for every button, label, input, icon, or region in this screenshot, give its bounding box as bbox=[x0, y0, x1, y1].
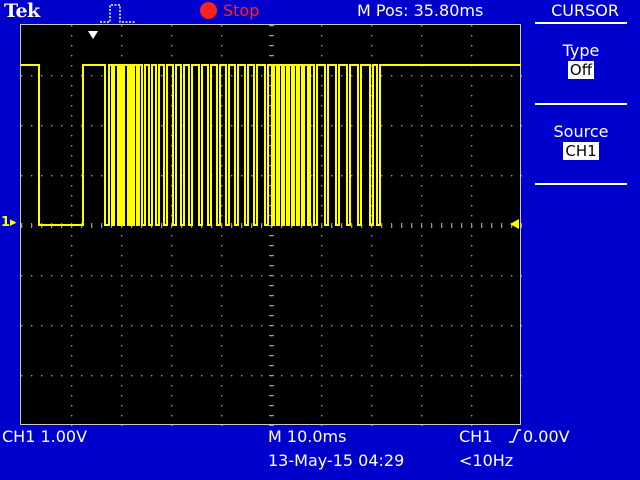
pulse-trigger-icon bbox=[100, 4, 136, 23]
horizontal-position-readout: M Pos: 35.80ms bbox=[357, 1, 484, 20]
oscilloscope-screen: Tek Stop M Pos: 35.80ms 1▸ CURSOR Type O… bbox=[0, 0, 640, 480]
menu-item-value: Off bbox=[567, 61, 595, 79]
date-time-readout: 13-May-15 04:29 bbox=[268, 451, 405, 470]
trigger-frequency-readout: <10Hz bbox=[459, 451, 514, 470]
trigger-level-readout: 0.00V bbox=[523, 427, 570, 446]
menu-item-cursor-type[interactable]: Type Off bbox=[535, 41, 627, 79]
timebase-readout: M 10.0ms bbox=[268, 427, 347, 446]
waveform-graticule bbox=[20, 24, 522, 426]
menu-item-cursor-source[interactable]: Source CH1 bbox=[535, 122, 627, 160]
menu-item-label: Source bbox=[553, 122, 609, 141]
run-status: Stop bbox=[223, 1, 260, 20]
menu-title: CURSOR bbox=[551, 1, 619, 20]
menu-divider bbox=[535, 22, 627, 24]
trigger-level-marker-icon bbox=[510, 219, 519, 229]
trigger-source-readout: CH1 bbox=[459, 427, 493, 446]
ch1-waveform-trace bbox=[21, 64, 521, 226]
brand-logo: Tek bbox=[4, 0, 40, 22]
menu-divider bbox=[535, 103, 627, 105]
trigger-position-marker-icon bbox=[88, 31, 98, 39]
menu-divider bbox=[535, 183, 627, 185]
ch1-ground-marker: 1▸ bbox=[1, 215, 17, 230]
run-status-indicator bbox=[200, 2, 217, 19]
menu-item-label: Type bbox=[562, 41, 600, 60]
ch1-scale-readout: CH1 1.00V bbox=[2, 427, 88, 446]
menu-item-value: CH1 bbox=[563, 142, 599, 160]
rising-edge-icon bbox=[509, 429, 521, 443]
